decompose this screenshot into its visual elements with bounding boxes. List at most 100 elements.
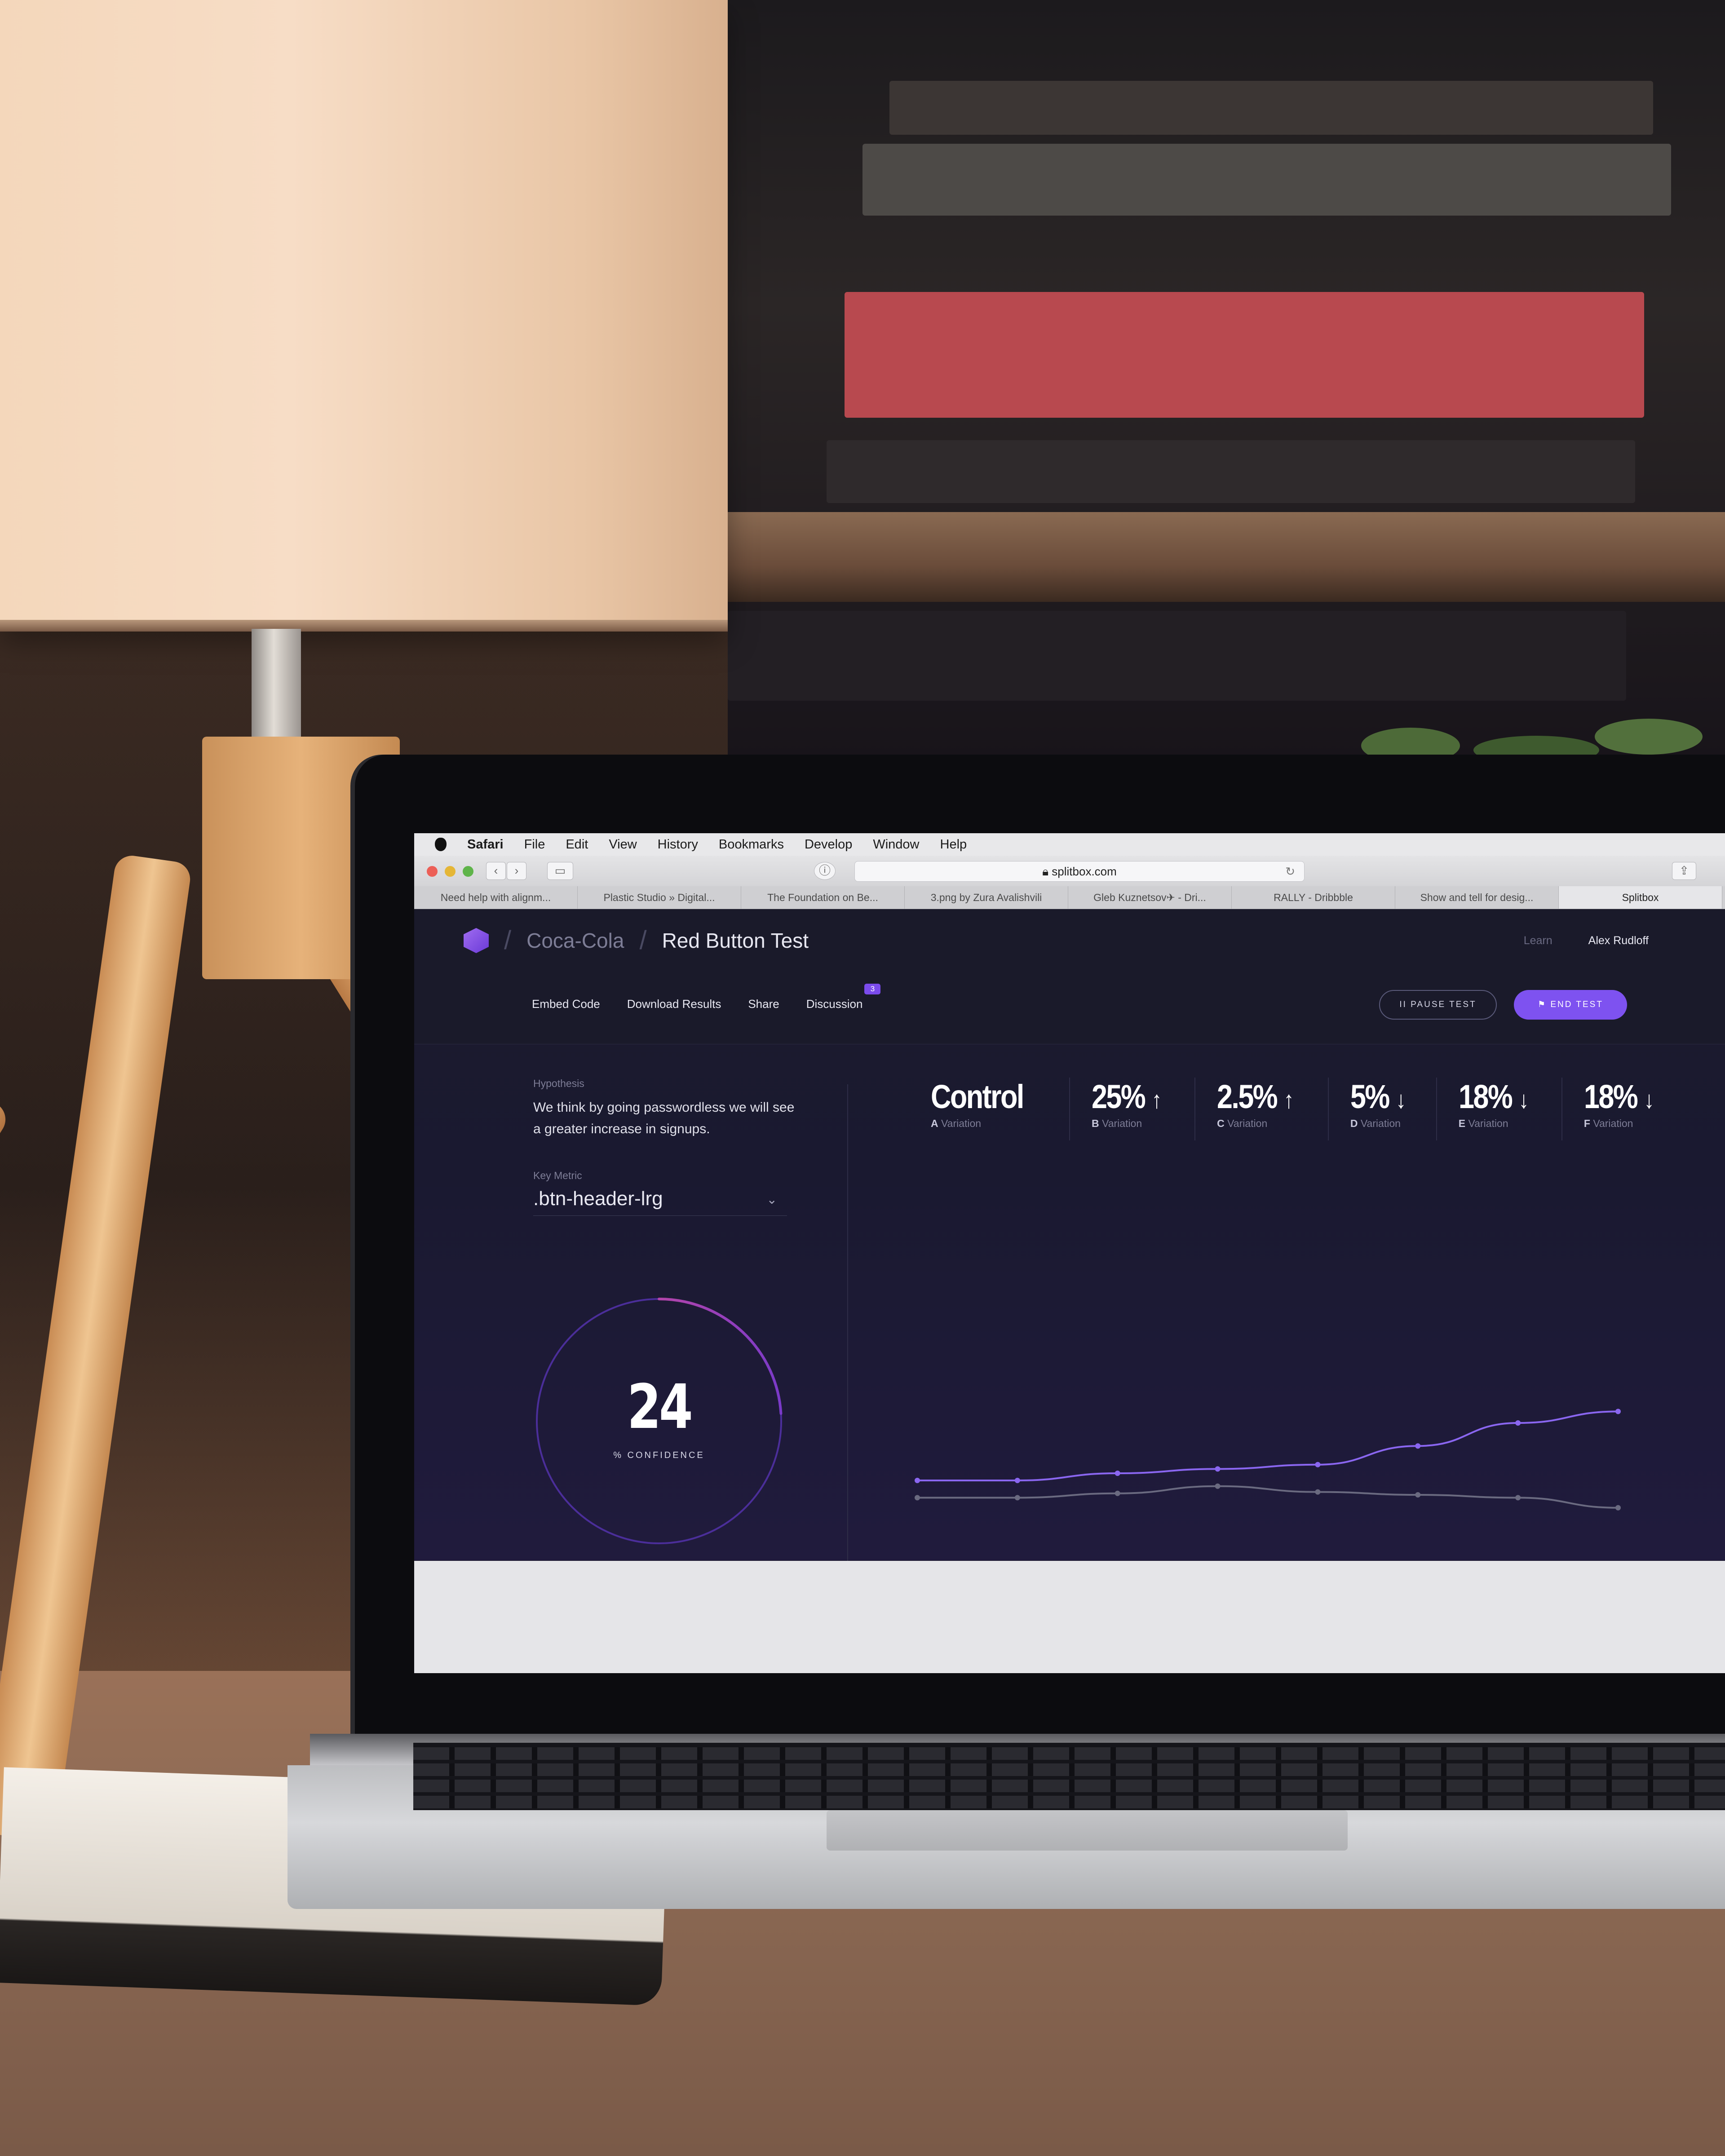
browser-tab[interactable]: Plastic Studio » Digital... xyxy=(578,886,741,909)
variation-stat[interactable]: 18% ↓ E Variation xyxy=(1437,1078,1562,1140)
variation-label: Variation xyxy=(1468,1118,1508,1129)
learn-link[interactable]: Learn xyxy=(1524,934,1552,947)
book xyxy=(862,144,1671,216)
variation-stat[interactable]: Control A Variation xyxy=(931,1078,1070,1140)
variation-letter: B xyxy=(1092,1118,1099,1129)
lock-icon: 🔒︎ xyxy=(1042,865,1052,878)
key-row xyxy=(413,1780,1725,1792)
data-point[interactable] xyxy=(1215,1466,1221,1472)
share-icon: ⇪ xyxy=(1679,864,1689,877)
arrow-down-icon: ↓ xyxy=(1518,1087,1529,1113)
variation-value: 18% xyxy=(1458,1078,1513,1115)
variation-stat[interactable]: 25% ↑ B Variation xyxy=(1070,1078,1196,1140)
data-point[interactable] xyxy=(1315,1489,1321,1495)
apple-icon[interactable] xyxy=(435,838,447,851)
address-bar[interactable]: 🔒︎ splitbox.com ↻ xyxy=(854,861,1305,882)
data-point[interactable] xyxy=(1615,1409,1621,1414)
data-point[interactable] xyxy=(1415,1492,1421,1498)
share-button[interactable]: ⇪ xyxy=(1672,862,1696,880)
trackpad xyxy=(827,1810,1348,1851)
share-link[interactable]: Share xyxy=(748,997,779,1011)
data-point[interactable] xyxy=(1615,1505,1621,1511)
menu-bookmarks[interactable]: Bookmarks xyxy=(719,837,784,852)
macos-menubar: Safari File Edit View History Bookmarks … xyxy=(414,833,1725,856)
forward-button[interactable]: › xyxy=(507,862,526,880)
key-metric-value: .btn-header-lrg xyxy=(533,1188,663,1210)
variation-value: Control xyxy=(931,1078,1024,1115)
browser-tab[interactable]: Gleb Kuznetsov✈ - Dri... xyxy=(1068,886,1232,909)
data-point[interactable] xyxy=(915,1478,920,1483)
close-window-button[interactable] xyxy=(427,866,438,877)
variation-letter: A xyxy=(931,1118,938,1129)
confidence-label: % CONFIDENCE xyxy=(613,1450,705,1460)
breadcrumb-separator: / xyxy=(504,926,512,955)
variation-line-chart xyxy=(915,1409,1621,1511)
chevron-down-icon: ⌄ xyxy=(766,1193,777,1206)
sidebar-button[interactable]: ▭ xyxy=(547,862,573,880)
menu-app-name[interactable]: Safari xyxy=(467,837,504,852)
variation-stat[interactable]: 18% ↓ F Variation xyxy=(1562,1078,1687,1140)
menu-develop[interactable]: Develop xyxy=(805,837,852,852)
book xyxy=(728,611,1626,701)
variation-stat[interactable]: 2.5% ↑ C Variation xyxy=(1195,1078,1329,1140)
browser-tab[interactable]: Show and tell for desig... xyxy=(1395,886,1559,909)
arrow-down-icon: ↓ xyxy=(1644,1087,1654,1113)
data-point[interactable] xyxy=(1014,1478,1020,1483)
reload-icon[interactable]: ↻ xyxy=(1285,862,1295,881)
menu-edit[interactable]: Edit xyxy=(566,837,588,852)
data-point[interactable] xyxy=(915,1495,920,1501)
sidebar-icon: ▭ xyxy=(554,864,566,877)
app-header: / Coca-Cola / Red Button Test Learn Alex… xyxy=(414,909,1725,1044)
variation-letter: F xyxy=(1583,1118,1590,1129)
zoom-window-button[interactable] xyxy=(463,866,473,877)
data-point[interactable] xyxy=(1014,1495,1020,1501)
variation-value: 5% xyxy=(1350,1078,1390,1115)
browser-bottom-area xyxy=(414,1561,1725,1673)
discussion-link[interactable]: Discussion 3 xyxy=(806,984,881,1011)
variation-letter: C xyxy=(1217,1118,1225,1129)
data-point[interactable] xyxy=(1415,1443,1421,1449)
minimize-window-button[interactable] xyxy=(445,866,456,877)
browser-tab[interactable]: The Foundation on Be... xyxy=(741,886,905,909)
browser-tab[interactable]: 3.png by Zura Avalishvili xyxy=(905,886,1068,909)
data-point[interactable] xyxy=(1115,1471,1120,1476)
variation-label: Variation xyxy=(1593,1118,1633,1129)
key-row xyxy=(413,1747,1725,1760)
panel-divider xyxy=(847,1084,848,1587)
key-metric-select[interactable]: .btn-header-lrg ⌄ xyxy=(533,1188,787,1216)
menu-view[interactable]: View xyxy=(609,837,637,852)
chevron-left-icon: ‹ xyxy=(494,864,498,877)
privacy-report-button[interactable]: ⓘ xyxy=(814,862,836,880)
menu-file[interactable]: File xyxy=(524,837,545,852)
data-point[interactable] xyxy=(1315,1462,1321,1467)
data-point[interactable] xyxy=(1515,1420,1521,1426)
download-results-link[interactable]: Download Results xyxy=(627,997,721,1011)
data-point[interactable] xyxy=(1215,1483,1221,1489)
back-button[interactable]: ‹ xyxy=(486,862,506,880)
variation-label: Variation xyxy=(941,1118,982,1129)
hypothesis-text: We think by going passwordless we will s… xyxy=(533,1100,795,1136)
browser-tab[interactable]: Need help with alignm... xyxy=(414,886,578,909)
bookshelf xyxy=(728,0,1725,764)
browser-tab-active[interactable]: Splitbox xyxy=(1559,886,1722,909)
key-row xyxy=(413,1763,1725,1776)
variation-value: 18% xyxy=(1583,1078,1638,1115)
menu-history[interactable]: History xyxy=(658,837,698,852)
tab-bar: Need help with alignm... Plastic Studio … xyxy=(414,886,1725,909)
series-line-1 xyxy=(917,1410,1619,1481)
splitbox-app: / Coca-Cola / Red Button Test Learn Alex… xyxy=(414,909,1725,1587)
variation-stat[interactable]: 5% ↓ D Variation xyxy=(1329,1078,1437,1140)
user-menu[interactable]: Alex Rudloff xyxy=(1588,934,1649,947)
end-test-button[interactable]: ⚑ END TEST xyxy=(1514,990,1627,1020)
browser-tab[interactable]: RALLY - Dribbble xyxy=(1232,886,1395,909)
embed-code-link[interactable]: Embed Code xyxy=(532,997,600,1011)
arrow-up-icon: ↑ xyxy=(1283,1087,1294,1113)
pause-test-button[interactable]: II PAUSE TEST xyxy=(1379,990,1497,1020)
menu-help[interactable]: Help xyxy=(940,837,967,852)
breadcrumb-client[interactable]: Coca-Cola xyxy=(526,928,624,953)
splitbox-logo-icon[interactable] xyxy=(464,928,489,953)
data-point[interactable] xyxy=(1115,1490,1120,1496)
menu-window[interactable]: Window xyxy=(873,837,919,852)
data-point[interactable] xyxy=(1515,1495,1521,1501)
variation-letter: E xyxy=(1458,1118,1466,1129)
